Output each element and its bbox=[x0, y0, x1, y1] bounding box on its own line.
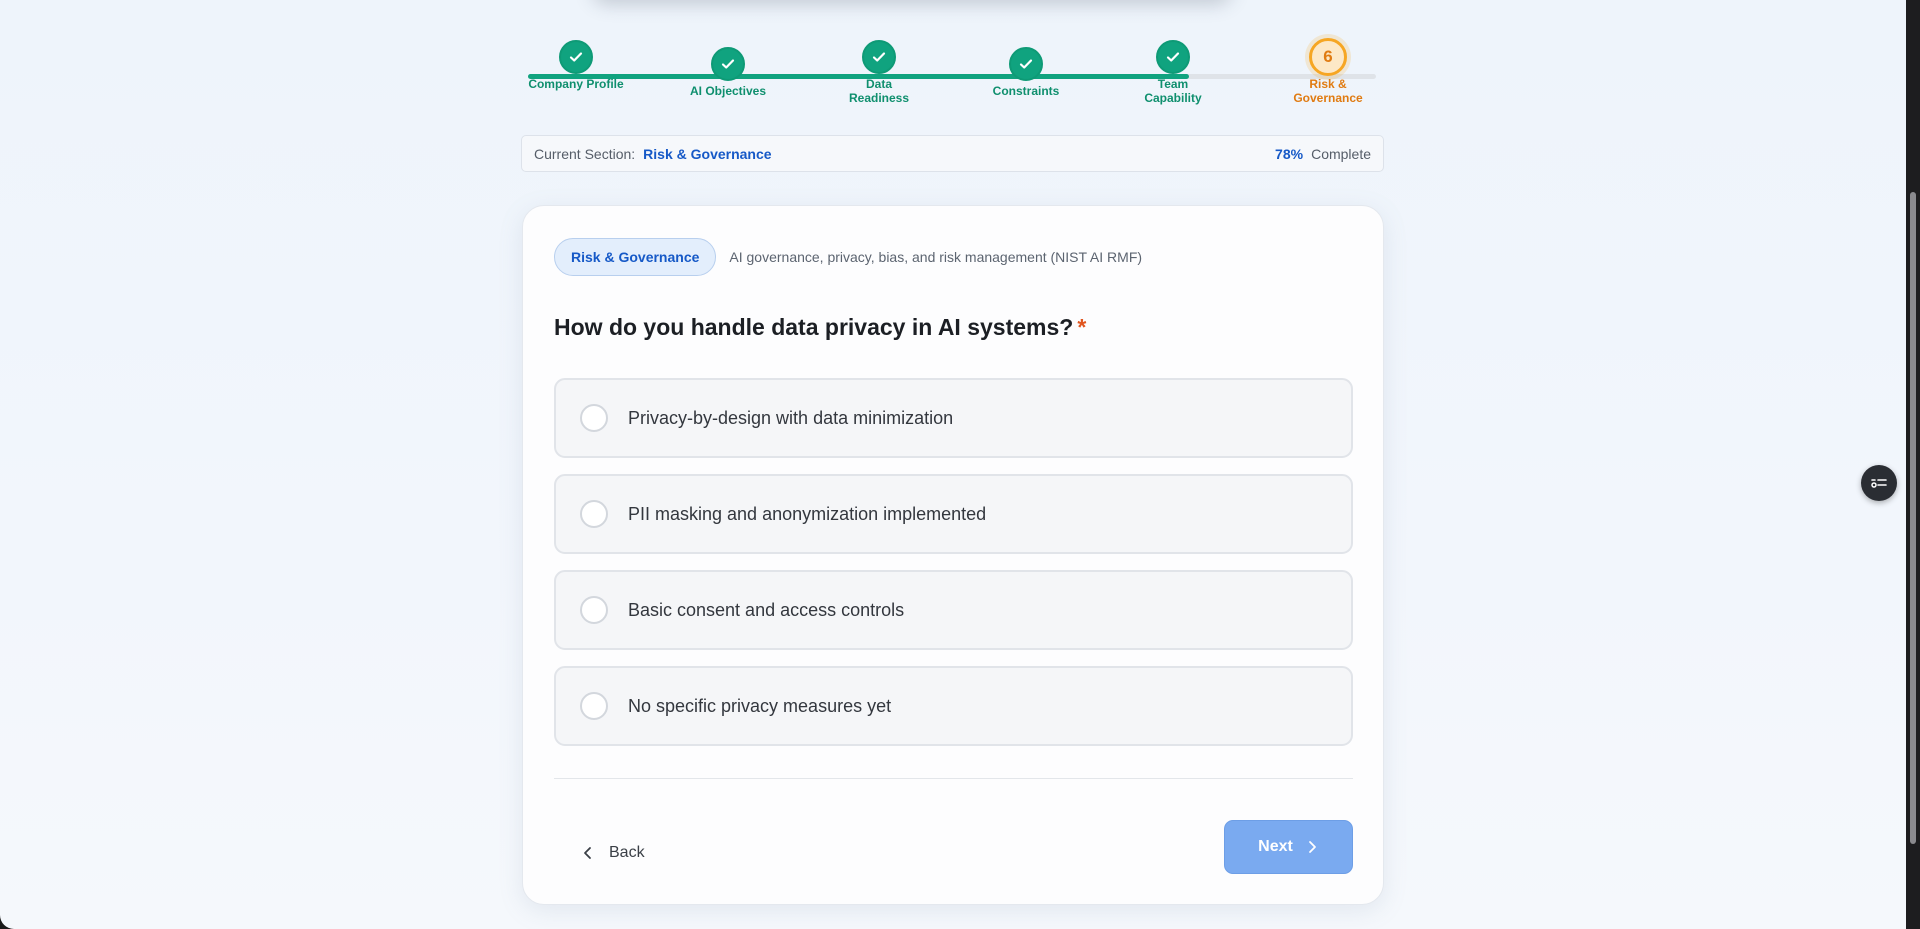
answer-options: Privacy-by-design with data minimization… bbox=[554, 378, 1353, 762]
chevron-right-icon bbox=[1308, 841, 1316, 853]
answer-option[interactable]: Privacy-by-design with data minimization bbox=[554, 378, 1353, 458]
option-label: PII masking and anonymization implemente… bbox=[628, 503, 987, 524]
chevron-left-icon bbox=[584, 847, 591, 859]
step-label: AI Objectives bbox=[689, 84, 767, 98]
check-icon bbox=[569, 52, 583, 62]
next-button[interactable]: Next bbox=[1224, 820, 1353, 874]
step-data-readiness[interactable]: Data Readiness bbox=[819, 36, 939, 105]
radio-button[interactable] bbox=[580, 404, 608, 432]
question-title: How do you handle data privacy in AI sys… bbox=[554, 314, 1086, 341]
step-check-circle bbox=[1009, 47, 1043, 81]
step-ai-objectives[interactable]: AI Objectives bbox=[668, 36, 788, 98]
check-icon bbox=[1019, 59, 1033, 69]
answer-option[interactable]: PII masking and anonymization implemente… bbox=[554, 474, 1353, 554]
step-label: Constraints bbox=[992, 84, 1060, 98]
app-viewport: Company Profile AI Objectives Data Readi… bbox=[0, 0, 1906, 929]
back-button[interactable]: Back bbox=[581, 833, 645, 873]
question-text: How do you handle data privacy in AI sys… bbox=[554, 314, 1074, 340]
check-icon bbox=[872, 52, 886, 62]
step-check-circle bbox=[711, 47, 745, 81]
progress-stepper: Company Profile AI Objectives Data Readi… bbox=[528, 36, 1376, 116]
next-label: Next bbox=[1258, 838, 1293, 855]
step-team-capability[interactable]: Team Capability bbox=[1113, 36, 1233, 105]
option-label: No specific privacy measures yet bbox=[628, 695, 892, 716]
step-check-circle bbox=[1156, 40, 1190, 74]
check-icon bbox=[721, 59, 735, 69]
step-label: Company Profile bbox=[528, 77, 624, 91]
step-risk-governance[interactable]: 6 Risk & Governance bbox=[1268, 36, 1388, 105]
step-company-profile[interactable]: Company Profile bbox=[516, 36, 636, 91]
required-indicator: * bbox=[1077, 314, 1087, 340]
step-number-circle: 6 bbox=[1309, 38, 1347, 76]
radio-button[interactable] bbox=[580, 596, 608, 624]
answer-option[interactable]: No specific privacy measures yet bbox=[554, 666, 1353, 746]
step-label: Team Capability bbox=[1144, 77, 1202, 105]
step-check-circle bbox=[559, 40, 593, 74]
scrollbar-thumb[interactable] bbox=[1910, 192, 1916, 844]
step-label: Data Readiness bbox=[848, 77, 910, 105]
option-label: Basic consent and access controls bbox=[628, 599, 905, 620]
question-card: Risk & Governance AI governance, privacy… bbox=[522, 205, 1384, 905]
section-description: AI governance, privacy, bias, and risk m… bbox=[729, 249, 1143, 265]
option-label: Privacy-by-design with data minimization bbox=[628, 407, 954, 428]
answer-option[interactable]: Basic consent and access controls bbox=[554, 570, 1353, 650]
step-constraints[interactable]: Constraints bbox=[966, 36, 1086, 98]
radio-button[interactable] bbox=[580, 692, 608, 720]
section-tag-row: Risk & Governance AI governance, privacy… bbox=[554, 238, 1142, 276]
step-label: Risk & Governance bbox=[1293, 77, 1363, 105]
back-label: Back bbox=[609, 844, 645, 861]
radio-button[interactable] bbox=[580, 500, 608, 528]
current-section-prefix: Current Section: bbox=[534, 145, 636, 162]
current-section: Current Section: Risk & Governance bbox=[534, 146, 772, 162]
floating-checklist-button[interactable] bbox=[1861, 465, 1897, 501]
current-section-bar: Current Section: Risk & Governance 78% Com… bbox=[521, 135, 1384, 172]
completion-label: Complete bbox=[1311, 145, 1371, 162]
checklist-icon bbox=[1871, 479, 1887, 488]
divider bbox=[554, 778, 1353, 779]
step-check-circle bbox=[862, 40, 896, 74]
section-tag: Risk & Governance bbox=[554, 238, 717, 276]
page-scrollbar[interactable] bbox=[1906, 0, 1920, 929]
current-section-name: Risk & Governance bbox=[643, 145, 772, 162]
completion-status: 78% Complete bbox=[1275, 146, 1371, 162]
check-icon bbox=[1166, 52, 1180, 62]
completion-percent: 78% bbox=[1275, 145, 1304, 162]
